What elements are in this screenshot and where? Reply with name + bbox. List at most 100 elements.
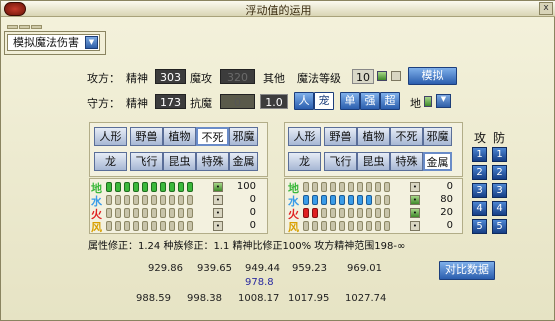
defense-side-button-2[interactable]: 2	[492, 165, 507, 180]
defense-side-button-1[interactable]: 1	[492, 147, 507, 162]
simulate-button[interactable]: 模拟	[408, 67, 457, 85]
attack-element-bar-1[interactable]	[106, 195, 196, 205]
defense-side-button-3[interactable]: 3	[492, 183, 507, 198]
mode-select[interactable]: 模拟魔法伤害 ▼	[7, 34, 100, 51]
app-window: 浮动值的运用 x 模拟魔法伤害 ▼ 攻方： 精神 303 魔攻 320 其他 魔…	[0, 0, 555, 321]
attack-race-1[interactable]: 野兽	[130, 127, 163, 146]
magic-level-field[interactable]: 10	[352, 69, 374, 84]
result-row2-1: 998.38	[187, 293, 222, 304]
element-bead	[312, 221, 318, 231]
single-button[interactable]: 单	[340, 92, 360, 110]
attack-element-name-3: 风	[91, 221, 102, 234]
attack-side-button-1[interactable]: 1	[472, 147, 487, 162]
element-bead	[357, 221, 363, 231]
multiplier-field[interactable]: 1.0	[260, 94, 288, 109]
attack-race-7[interactable]: 昆虫	[163, 152, 196, 171]
defense-race-2[interactable]: 植物	[357, 127, 390, 146]
element-bead	[321, 182, 327, 192]
defense-race-1[interactable]: 野兽	[324, 127, 357, 146]
defense-side-label: 防	[493, 131, 506, 145]
close-button[interactable]: x	[539, 2, 553, 15]
element-bead	[151, 208, 157, 218]
level-small-icon[interactable]	[391, 71, 401, 81]
attack-race-5[interactable]: 龙	[94, 152, 127, 171]
attack-element-adjust-icon-1[interactable]: •	[213, 195, 223, 205]
attack-side-button-4[interactable]: 4	[472, 201, 487, 216]
other-label: 其他	[263, 72, 285, 85]
strong-button[interactable]: 强	[360, 92, 380, 110]
attack-element-bar-2[interactable]	[106, 208, 196, 218]
defense-element-adjust-icon-2[interactable]: •	[410, 208, 420, 218]
element-label: 地	[410, 97, 421, 110]
attack-side-button-3[interactable]: 3	[472, 183, 487, 198]
element-bead	[187, 208, 193, 218]
defense-element-bar-2[interactable]	[303, 208, 393, 218]
magic-attack-field[interactable]: 320	[220, 69, 255, 84]
pet-button[interactable]: 宠	[314, 92, 334, 110]
human-button[interactable]: 人	[294, 92, 314, 110]
defense-spirit-field[interactable]: 173	[155, 94, 186, 109]
title-bar: 浮动值的运用 x	[1, 1, 555, 17]
result-row2-4: 1027.74	[345, 293, 387, 304]
magic-attack-label: 魔攻	[190, 72, 212, 85]
result-row1-3: 959.23	[292, 263, 327, 274]
attack-race-2[interactable]: 植物	[163, 127, 196, 146]
defense-element-value-2: 20	[440, 207, 453, 218]
magic-defense-field[interactable]: 0	[220, 94, 255, 109]
compare-button[interactable]: 对比数据	[439, 261, 495, 280]
element-bead	[151, 221, 157, 231]
attack-element-value-1: 0	[249, 194, 256, 205]
element-bead	[357, 195, 363, 205]
attack-element-adjust-icon-0[interactable]: •	[213, 182, 223, 192]
element-bead	[115, 208, 121, 218]
defense-race-4[interactable]: 邪魔	[423, 127, 452, 146]
attack-side-button-2[interactable]: 2	[472, 165, 487, 180]
defense-element-value-3: 0	[446, 220, 453, 231]
attack-race-3[interactable]: 不死	[196, 127, 229, 146]
defense-element-bar-3[interactable]	[303, 221, 393, 231]
attack-side-button-5[interactable]: 5	[472, 219, 487, 234]
defense-element-adjust-icon-0[interactable]: •	[410, 182, 420, 192]
defense-element-value-0: 0	[446, 181, 453, 192]
defense-race-8[interactable]: 特殊	[390, 152, 423, 171]
element-bead	[312, 182, 318, 192]
attack-element-bar-3[interactable]	[106, 221, 196, 231]
element-color-icon[interactable]	[424, 96, 432, 107]
super-button[interactable]: 超	[380, 92, 400, 110]
attack-element-adjust-icon-2[interactable]: •	[213, 208, 223, 218]
defense-race-3[interactable]: 不死	[390, 127, 423, 146]
attack-race-6[interactable]: 飞行	[130, 152, 163, 171]
defense-element-bar-1[interactable]	[303, 195, 393, 205]
attack-race-4[interactable]: 邪魔	[229, 127, 258, 146]
element-bead	[357, 208, 363, 218]
element-bead	[178, 221, 184, 231]
element-bead	[133, 182, 139, 192]
element-bead	[321, 221, 327, 231]
defense-side-button-5[interactable]: 5	[492, 219, 507, 234]
element-bead	[160, 182, 166, 192]
defense-side-button-4[interactable]: 4	[492, 201, 507, 216]
element-bead	[339, 182, 345, 192]
attack-element-bar-0[interactable]	[106, 182, 196, 192]
defense-element-bar-0[interactable]	[303, 182, 393, 192]
element-bead	[124, 182, 130, 192]
element-bead	[375, 195, 381, 205]
defense-race-6[interactable]: 飞行	[324, 152, 357, 171]
element-bead	[133, 195, 139, 205]
element-bead	[151, 182, 157, 192]
magic-level-label: 魔法等级	[297, 72, 341, 85]
chevron-down-icon[interactable]: ▼	[85, 36, 98, 49]
attack-race-8[interactable]: 特殊	[196, 152, 229, 171]
defense-element-adjust-icon-3[interactable]: •	[410, 221, 420, 231]
attack-spirit-field[interactable]: 303	[155, 69, 186, 84]
attack-element-adjust-icon-3[interactable]: •	[213, 221, 223, 231]
attack-race-0[interactable]: 人形	[94, 127, 127, 146]
defense-race-9[interactable]: 金属	[423, 152, 452, 171]
attack-race-9[interactable]: 金属	[229, 152, 258, 171]
element-dropdown-icon[interactable]: ▼	[436, 94, 451, 108]
level-adjust-icon[interactable]	[377, 71, 387, 81]
defense-race-7[interactable]: 昆虫	[357, 152, 390, 171]
defense-element-adjust-icon-1[interactable]: •	[410, 195, 420, 205]
defense-race-0[interactable]: 人形	[288, 127, 321, 146]
defense-race-5[interactable]: 龙	[288, 152, 321, 171]
